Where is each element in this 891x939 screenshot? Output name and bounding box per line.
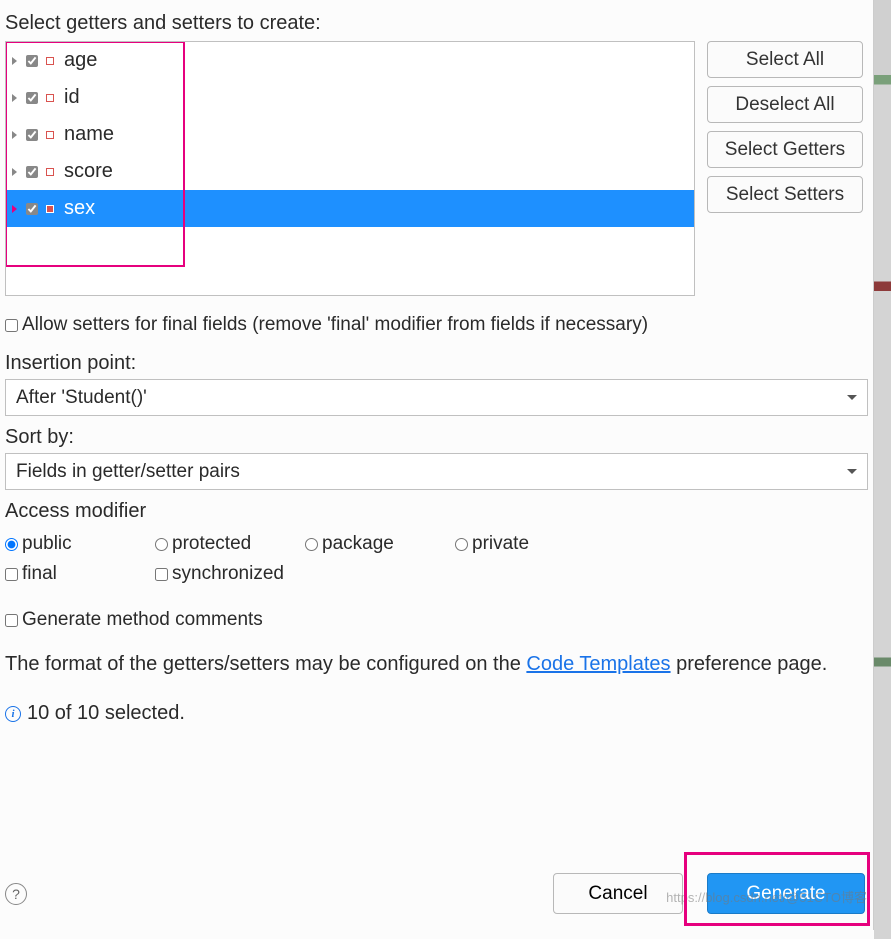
chevron-down-icon <box>847 469 857 474</box>
field-icon <box>46 131 54 139</box>
private-radio[interactable] <box>455 538 468 551</box>
main-area: age id name score sex Select All Deselect Al… <box>0 41 873 296</box>
package-radio[interactable] <box>305 538 318 551</box>
access-modifier-group: Access modifier public protected package… <box>5 500 868 589</box>
final-label: final <box>22 563 57 585</box>
expand-icon[interactable] <box>10 205 18 213</box>
synchronized-label: synchronized <box>172 563 284 585</box>
bottom-bar: ? Cancel Generate <box>5 873 865 914</box>
field-label: age <box>64 49 97 72</box>
select-all-button[interactable]: Select All <box>707 41 863 78</box>
expand-icon[interactable] <box>10 57 18 65</box>
insertion-point-select[interactable]: After 'Student()' <box>5 379 868 416</box>
field-checkbox[interactable] <box>26 129 38 141</box>
field-label: name <box>64 123 114 146</box>
allow-final-label: Allow setters for final fields (remove '… <box>22 314 648 336</box>
private-label: private <box>472 533 529 555</box>
allow-final-checkbox[interactable] <box>5 319 18 332</box>
field-item-score[interactable]: score <box>6 153 694 190</box>
public-radio[interactable] <box>5 538 18 551</box>
status-bar: i 10 of 10 selected. <box>0 684 873 733</box>
field-item-name[interactable]: name <box>6 116 694 153</box>
sort-by-value: Fields in getter/setter pairs <box>16 461 240 483</box>
field-icon <box>46 205 54 213</box>
synchronized-checkbox[interactable] <box>155 568 168 581</box>
field-icon <box>46 168 54 176</box>
access-modifier-label: Access modifier <box>5 500 868 529</box>
info-icon: i <box>5 706 21 722</box>
expand-icon[interactable] <box>10 94 18 102</box>
sort-by-label: Sort by: <box>0 416 873 453</box>
field-label: score <box>64 160 113 183</box>
field-item-sex[interactable]: sex <box>6 190 694 227</box>
public-label: public <box>22 533 72 555</box>
title-label: Select getters and setters to create: <box>0 0 873 41</box>
code-templates-link[interactable]: Code Templates <box>526 653 670 675</box>
field-checkbox[interactable] <box>26 166 38 178</box>
field-icon <box>46 94 54 102</box>
field-label: id <box>64 86 80 109</box>
cancel-button[interactable]: Cancel <box>553 873 683 914</box>
generate-comments-label: Generate method comments <box>22 609 263 631</box>
expand-icon[interactable] <box>10 168 18 176</box>
field-checkbox[interactable] <box>26 203 38 215</box>
field-icon <box>46 57 54 65</box>
field-item-age[interactable]: age <box>6 42 694 79</box>
protected-radio[interactable] <box>155 538 168 551</box>
sort-by-select[interactable]: Fields in getter/setter pairs <box>5 453 868 490</box>
insertion-point-label: Insertion point: <box>0 342 873 379</box>
package-label: package <box>322 533 394 555</box>
field-item-id[interactable]: id <box>6 79 694 116</box>
field-label: sex <box>64 197 95 220</box>
select-getters-button[interactable]: Select Getters <box>707 131 863 168</box>
generate-button[interactable]: Generate <box>707 873 865 914</box>
generate-comments-checkbox[interactable] <box>5 614 18 627</box>
protected-label: protected <box>172 533 251 555</box>
side-buttons: Select All Deselect All Select Getters S… <box>707 41 863 296</box>
deselect-all-button[interactable]: Deselect All <box>707 86 863 123</box>
hint-text: The format of the getters/setters may be… <box>0 637 873 684</box>
window-edge <box>874 0 891 939</box>
chevron-down-icon <box>847 395 857 400</box>
dialog: Select getters and setters to create: ag… <box>0 0 874 930</box>
field-checkbox[interactable] <box>26 55 38 67</box>
insertion-point-value: After 'Student()' <box>16 387 147 409</box>
status-text: 10 of 10 selected. <box>27 702 185 725</box>
field-checkbox[interactable] <box>26 92 38 104</box>
select-setters-button[interactable]: Select Setters <box>707 176 863 213</box>
expand-icon[interactable] <box>10 131 18 139</box>
field-tree[interactable]: age id name score sex <box>5 41 695 296</box>
final-checkbox[interactable] <box>5 568 18 581</box>
help-icon[interactable]: ? <box>5 883 27 905</box>
